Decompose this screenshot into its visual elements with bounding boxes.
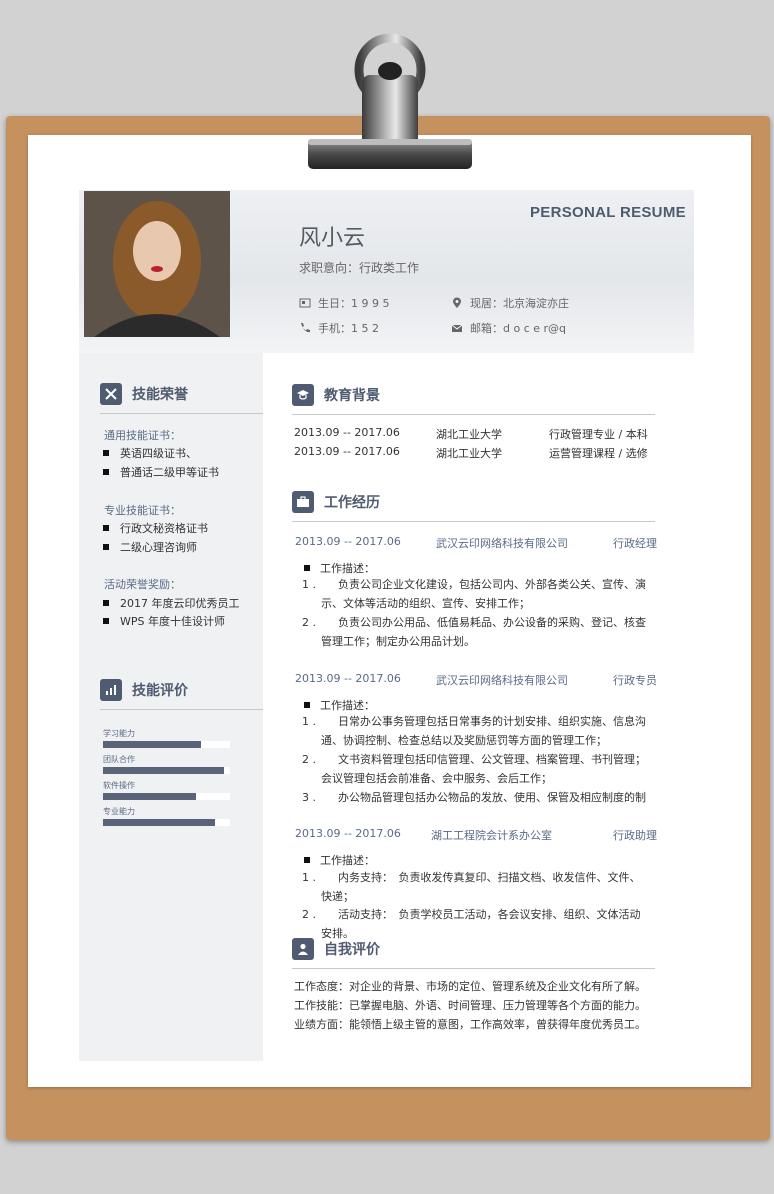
candidate-name: 风小云 (299, 226, 366, 251)
honor-item: 2017 年度云印优秀员工 (103, 595, 240, 611)
divider (100, 709, 263, 710)
location-info: 现居：北京海淀亦庄 (451, 295, 569, 311)
id-card-icon (299, 298, 311, 308)
education-section-header: 教育背景 (292, 384, 380, 406)
honor-group-label: 活动荣誉奖励： (104, 578, 181, 591)
honor-group-label: 专业技能证书： (104, 504, 181, 517)
profile-photo (84, 191, 230, 337)
item-number: 2 . (302, 908, 316, 921)
honor-item: 行政文秘资格证书 (103, 520, 208, 536)
edu-school: 湖北工业大学 (436, 447, 502, 460)
honor-group-label: 通用技能证书： (104, 429, 181, 442)
item-number: 2 . (302, 616, 316, 629)
skill-bar (103, 741, 230, 748)
personal-resume-title: PERSONAL RESUME (530, 204, 686, 221)
job-objective: 求职意向：行政类工作 (299, 261, 420, 275)
job-company: 湖工工程院会计系办公室 (431, 829, 552, 842)
honors-section-header: 技能荣誉 (100, 383, 188, 405)
edu-major: 运营管理课程 / 选修 (549, 447, 648, 460)
skill-name: 学习能力 (103, 729, 135, 738)
item-number: 1 . (302, 715, 316, 728)
divider (100, 413, 263, 414)
work-section-header: 工作经历 (292, 491, 380, 513)
job-desc-label: 工作描述： (304, 560, 375, 576)
bar-chart-icon (100, 679, 122, 701)
binder-clip-icon (308, 33, 472, 169)
item-number: 1 . (302, 871, 316, 884)
edu-period: 2013.09 -- 2017.06 (294, 426, 400, 439)
self-eval-text: 工作态度：对企业的背景、市场的定位、管理系统及企业文化有所了解。 工作技能：已掌… (294, 980, 646, 1031)
item-number: 2 . (302, 753, 316, 766)
tools-icon (100, 383, 122, 405)
job-role: 行政专员 (613, 674, 657, 687)
birth-info: 生日：1 9 9 5 (299, 295, 389, 311)
job-period: 2013.09 -- 2017.06 (295, 827, 401, 840)
edu-school: 湖北工业大学 (436, 428, 502, 441)
divider (292, 414, 655, 415)
self-eval-section-header: 自我评价 (292, 938, 380, 960)
job-role: 行政经理 (613, 537, 657, 550)
job-period: 2013.09 -- 2017.06 (295, 535, 401, 548)
graduation-cap-icon (292, 384, 314, 406)
job-desc-text: 日常办公事务管理包括日常事务的计划安排、组织实施、信息沟 通、协调控制、检查总结以… (321, 715, 646, 747)
phone-info: 手机：1 5 2 (299, 320, 379, 336)
divider (292, 521, 655, 522)
job-desc-label: 工作描述： (304, 697, 375, 713)
skill-name: 团队合作 (103, 755, 135, 764)
honor-item: 二级心理咨询师 (103, 539, 197, 555)
edu-major: 行政管理专业 / 本科 (549, 428, 648, 441)
job-role: 行政助理 (613, 829, 657, 842)
job-desc-text: 负责公司办公用品、低值易耗品、办公设备的采购、登记、核查 管理工作；制定办公用品计… (321, 616, 646, 648)
skills-section-header: 技能评价 (100, 679, 188, 701)
job-desc-label: 工作描述： (304, 852, 375, 868)
job-company: 武汉云印网络科技有限公司 (436, 674, 568, 687)
job-company: 武汉云印网络科技有限公司 (436, 537, 568, 550)
honor-item: WPS 年度十佳设计师 (103, 613, 225, 629)
skill-bar (103, 767, 230, 774)
honor-item: 普通话二级甲等证书 (103, 464, 219, 480)
briefcase-icon (292, 491, 314, 513)
email-info: 邮箱：d o c e r@q (451, 320, 566, 336)
skill-bar (103, 819, 230, 826)
item-number: 3 . (302, 791, 316, 804)
job-period: 2013.09 -- 2017.06 (295, 672, 401, 685)
job-desc-text: 内务支持： 负责收发传真复印、扫描文档、收发信件、文件、 快递； (321, 871, 641, 903)
job-desc-text: 文书资料管理包括印信管理、公文管理、档案管理、书刊管理； 会议管理包括会前准备、会… (321, 753, 646, 785)
edu-period: 2013.09 -- 2017.06 (294, 445, 400, 458)
skill-name: 软件操作 (103, 781, 135, 790)
phone-icon (301, 323, 310, 333)
item-number: 1 . (302, 578, 316, 591)
job-desc-text: 负责公司企业文化建设，包括公司内、外部各类公关、宣传、演 示、文体等活动的组织、宣… (321, 578, 646, 610)
person-icon (292, 938, 314, 960)
skill-bar (103, 793, 230, 800)
mail-icon (451, 324, 463, 332)
divider (292, 968, 655, 969)
skill-name: 专业能力 (103, 807, 135, 816)
honor-item: 英语四级证书、 (103, 445, 197, 461)
job-desc-text: 办公物品管理包括办公物品的发放、使用、保管及相应制度的制 (338, 791, 646, 804)
location-pin-icon (453, 297, 461, 308)
